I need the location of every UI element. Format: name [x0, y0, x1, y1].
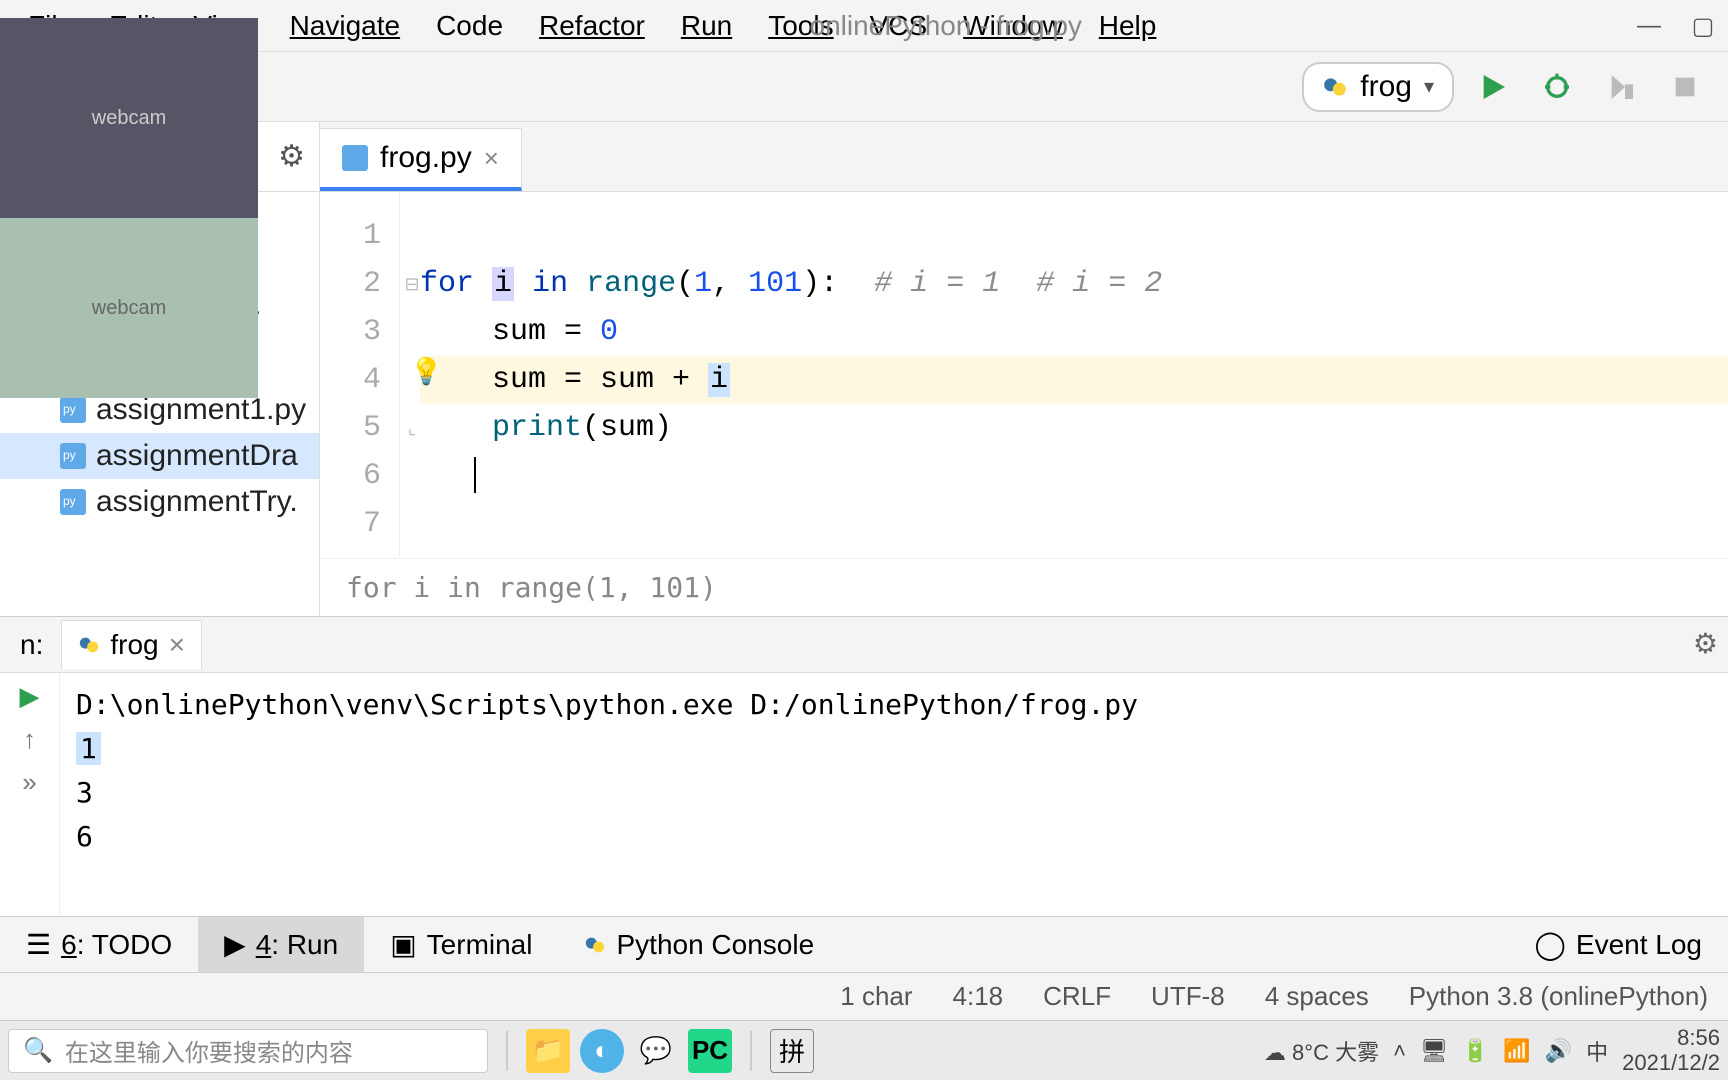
window-maximize-button[interactable]: ▢	[1688, 11, 1718, 41]
tree-file-selected[interactable]: assignmentDra	[0, 433, 319, 479]
run-config-name: frog	[1360, 70, 1412, 104]
tray-battery-icon[interactable]: 🔋	[1462, 1038, 1489, 1064]
python-file-icon	[60, 443, 86, 469]
tray-weather[interactable]: ☁ 8°C 大雾	[1264, 1035, 1379, 1067]
tray-wifi-icon[interactable]: 📶	[1503, 1038, 1530, 1064]
run-tab-label: frog	[110, 629, 158, 661]
close-icon[interactable]: ×	[484, 143, 499, 174]
search-icon: 🔍	[23, 1036, 53, 1065]
python-icon	[584, 934, 606, 956]
editor-tabs: frog.py ×	[320, 122, 1728, 192]
tray-clock[interactable]: 8:562021/12/2	[1622, 1026, 1720, 1074]
code-area[interactable]: for i in range(1, 101): # i = 1 # i = 2 …	[400, 192, 1728, 558]
tray-chevron-up-icon[interactable]: ˄	[1393, 1038, 1406, 1064]
menu-help[interactable]: Help	[1081, 4, 1175, 48]
tool-tab-terminal[interactable]: ▣ Terminal	[364, 917, 558, 972]
tray-ime-icon[interactable]: 中	[1586, 1035, 1608, 1067]
expand-button[interactable]: »	[22, 767, 36, 798]
navigation-toolbar: g.py frog ▾	[0, 52, 1728, 122]
windows-taskbar: 🔍 在这里输入你要搜索的内容 📁 ◐ 💬 PC 拼 ☁ 8°C 大雾 ˄ 🖥 🔋…	[0, 1020, 1728, 1080]
gear-icon[interactable]: ⚙	[278, 139, 305, 174]
editor-tab-frog[interactable]: frog.py ×	[320, 128, 522, 191]
tool-tab-event-log[interactable]: ◯ Event Log	[1509, 917, 1728, 972]
editor-breadcrumb[interactable]: for i in range(1, 101)	[320, 558, 1728, 616]
taskbar-ime[interactable]: 拼	[770, 1029, 814, 1073]
event-log-icon: ◯	[1535, 928, 1566, 961]
python-icon	[1322, 74, 1348, 100]
taskbar-search[interactable]: 🔍 在这里输入你要搜索的内容	[8, 1029, 488, 1073]
status-line-ending[interactable]: CRLF	[1043, 981, 1111, 1012]
window-title: onlinePython - frog.py	[810, 10, 1082, 42]
menu-bar: File Edit View Navigate Code Refactor Ru…	[0, 0, 1728, 52]
taskbar-pycharm[interactable]: PC	[688, 1029, 732, 1073]
window-minimize-button[interactable]: —	[1634, 11, 1664, 41]
rerun-button[interactable]: ▶	[20, 681, 40, 712]
tool-tab-python-console[interactable]: Python Console	[558, 917, 840, 972]
tray-volume-icon[interactable]: 🔊	[1545, 1038, 1572, 1064]
console-line: 3	[76, 771, 1712, 815]
tool-tab-run[interactable]: ▶ 4: Run	[198, 917, 364, 972]
python-file-icon	[60, 397, 86, 423]
scroll-up-button[interactable]: ↑	[23, 724, 36, 755]
status-selection: 1 char	[840, 981, 912, 1012]
run-button[interactable]	[1468, 62, 1518, 112]
webcam-overlay-2: webcam	[0, 218, 258, 398]
menu-run[interactable]: Run	[663, 4, 750, 48]
console-line: 6	[76, 815, 1712, 859]
status-interpreter[interactable]: Python 3.8 (onlinePython)	[1409, 981, 1708, 1012]
close-icon[interactable]: ×	[169, 629, 185, 661]
play-icon: ▶	[224, 928, 246, 961]
code-editor[interactable]: 1 2 3 4 5 6 7 ⊟ ⌞ 💡	[320, 192, 1728, 558]
run-tab-frog[interactable]: frog ×	[61, 620, 202, 669]
debug-button[interactable]	[1532, 62, 1582, 112]
python-file-icon	[342, 145, 368, 171]
intention-bulb-icon[interactable]: 💡	[410, 356, 442, 387]
console-command: D:\onlinePython\venv\Scripts\python.exe …	[76, 683, 1712, 727]
search-placeholder: 在这里输入你要搜索的内容	[65, 1033, 353, 1068]
run-tool-label: n:	[8, 629, 55, 661]
todo-icon: ☰	[26, 928, 51, 961]
python-file-icon	[60, 489, 86, 515]
run-tool-window: n: frog × ⚙ ▶ ↑ » D:\onlinePython\venv\S…	[0, 616, 1728, 916]
run-controls: ▶ ↑ »	[0, 673, 60, 916]
stop-button[interactable]	[1660, 62, 1710, 112]
gear-icon[interactable]: ⚙	[1693, 627, 1718, 660]
tree-file[interactable]: assignmentTry.	[0, 479, 319, 525]
tool-tab-todo[interactable]: ☰ 6: TODO	[0, 917, 198, 972]
menu-code[interactable]: Code	[418, 4, 521, 48]
run-config-selector[interactable]: frog ▾	[1302, 62, 1454, 112]
console-output[interactable]: D:\onlinePython\venv\Scripts\python.exe …	[60, 673, 1728, 916]
bottom-tool-tabs: ☰ 6: TODO ▶ 4: Run ▣ Terminal Python Con…	[0, 916, 1728, 972]
status-indent[interactable]: 4 spaces	[1265, 981, 1369, 1012]
menu-refactor[interactable]: Refactor	[521, 4, 663, 48]
chevron-down-icon: ▾	[1424, 74, 1434, 99]
system-tray[interactable]: ☁ 8°C 大雾 ˄ 🖥 🔋 📶 🔊 中 8:562021/12/2	[1264, 1026, 1720, 1074]
taskbar-file-explorer[interactable]: 📁	[526, 1029, 570, 1073]
webcam-overlay-1: webcam	[0, 18, 258, 218]
taskbar-browser[interactable]: ◐	[580, 1029, 624, 1073]
tab-label: frog.py	[380, 141, 472, 175]
status-encoding[interactable]: UTF-8	[1151, 981, 1225, 1012]
python-icon	[78, 634, 100, 656]
status-bar: 1 char 4:18 CRLF UTF-8 4 spaces Python 3…	[0, 972, 1728, 1020]
console-line: 1	[76, 732, 101, 765]
tray-monitor-icon[interactable]: 🖥	[1420, 1038, 1448, 1064]
status-caret-pos[interactable]: 4:18	[953, 981, 1004, 1012]
taskbar-wechat[interactable]: 💬	[634, 1029, 678, 1073]
menu-navigate[interactable]: Navigate	[272, 4, 419, 48]
run-with-coverage-button[interactable]	[1596, 62, 1646, 112]
line-gutter: 1 2 3 4 5 6 7	[320, 192, 400, 558]
terminal-icon: ▣	[390, 928, 416, 961]
